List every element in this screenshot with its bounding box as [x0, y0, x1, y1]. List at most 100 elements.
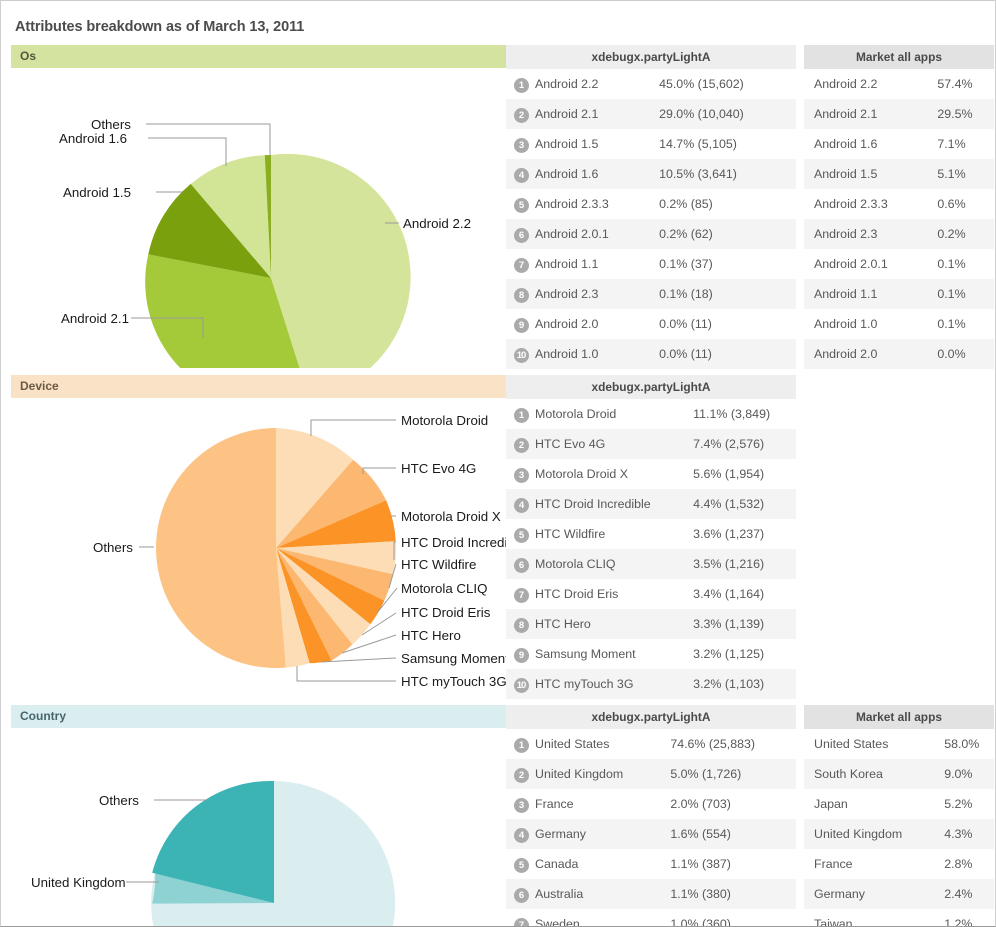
table-row[interactable]: Android 1.1 0.1% — [804, 279, 994, 309]
rank-cell: 1 — [506, 729, 532, 759]
table-row[interactable]: Android 2.0.1 0.1% — [804, 249, 994, 279]
name-cell: HTC Evo 4G — [535, 437, 606, 451]
table-row[interactable]: 5 HTC Wildfire 3.6% (1,237) — [506, 519, 796, 549]
column-header-main: xdebugx.partyLightA — [506, 45, 796, 69]
rank-badge: 4 — [514, 498, 529, 513]
table-row[interactable]: 2 United Kingdom 5.0% (1,726) — [506, 759, 796, 789]
name-cell: HTC Hero — [535, 617, 591, 631]
table-row[interactable]: Android 1.0 0.1% — [804, 309, 994, 339]
table-row[interactable]: 4 HTC Droid Incredible 4.4% (1,532) — [506, 489, 796, 519]
name-cell: Android 2.2 — [814, 77, 878, 91]
rank-cell: 2 — [506, 429, 532, 459]
value-cell: 3.2% (1,125) — [693, 647, 765, 661]
value-cell: 3.6% (1,237) — [693, 527, 765, 541]
table-row[interactable]: 6 Android 2.0.1 0.2% (62) — [506, 219, 796, 249]
rank-badge: 5 — [514, 858, 529, 873]
table-row[interactable]: 1 United States 74.6% (25,883) — [506, 729, 796, 759]
rank-cell: 4 — [506, 489, 532, 519]
table-row[interactable]: 6 Australia 1.1% (380) — [506, 879, 796, 909]
table-row[interactable]: 10 HTC myTouch 3G 3.2% (1,103) — [506, 669, 796, 699]
pie-label-samsung-moment: Samsung Moment — [401, 651, 509, 666]
table-row[interactable]: Android 2.0 0.0% — [804, 339, 994, 369]
rank-cell: 6 — [506, 879, 532, 909]
tables-country: xdebugx.partyLightA 1 United States 74.6% … — [506, 705, 994, 926]
table-row[interactable]: Taiwan 1.2% — [804, 909, 994, 926]
section-header-os: Os — [11, 45, 511, 68]
table-row[interactable]: Japan 5.2% — [804, 789, 994, 819]
table-row[interactable]: 4 Android 1.6 10.5% (3,641) — [506, 159, 796, 189]
table-row[interactable]: 8 Android 2.3 0.1% (18) — [506, 279, 796, 309]
name-cell: Android 2.3 — [535, 287, 599, 301]
table-row[interactable]: United States 58.0% — [804, 729, 994, 759]
rank-cell: 3 — [506, 789, 532, 819]
section-header-device: Device — [11, 375, 511, 398]
table-row[interactable]: Android 1.6 7.1% — [804, 129, 994, 159]
value-cell: 4.4% (1,532) — [693, 497, 765, 511]
rank-badge: 1 — [514, 78, 529, 93]
table-row[interactable]: 7 HTC Droid Eris 3.4% (1,164) — [506, 579, 796, 609]
name-cell: Android 1.0 — [535, 347, 599, 361]
table-row[interactable]: Android 2.1 29.5% — [804, 99, 994, 129]
rank-cell: 4 — [506, 819, 532, 849]
table-row[interactable]: 1 Motorola Droid 11.1% (3,849) — [506, 399, 796, 429]
name-cell: United Kingdom — [535, 767, 624, 781]
value-cell: 7.1% — [937, 137, 966, 151]
tables-device: xdebugx.partyLightA 1 Motorola Droid 11.1%… — [506, 375, 796, 699]
column-header-market: Market all apps — [804, 45, 994, 69]
rank-cell: 7 — [506, 579, 532, 609]
rank-cell: 2 — [506, 759, 532, 789]
pie-chart-os: Others Android 1.6 Android 1.5 Android 2… — [11, 68, 511, 405]
table-row[interactable]: Android 2.3.3 0.6% — [804, 189, 994, 219]
rank-badge: 5 — [514, 528, 529, 543]
table-row[interactable]: 7 Sweden 1.0% (360) — [506, 909, 796, 926]
table-row[interactable]: 3 France 2.0% (703) — [506, 789, 796, 819]
rank-cell: 6 — [506, 219, 532, 249]
table-row[interactable]: 5 Android 2.3.3 0.2% (85) — [506, 189, 796, 219]
name-cell: Germany — [535, 827, 586, 841]
name-cell: HTC Wildfire — [535, 527, 606, 541]
top-divider — [1, 0, 995, 5]
value-cell: 1.1% (380) — [670, 887, 731, 901]
table-row[interactable]: 2 Android 2.1 29.0% (10,040) — [506, 99, 796, 129]
table-row[interactable]: Android 2.3 0.2% — [804, 219, 994, 249]
value-cell: 58.0% — [944, 737, 980, 751]
table-row[interactable]: 2 HTC Evo 4G 7.4% (2,576) — [506, 429, 796, 459]
value-cell: 0.0% — [937, 347, 966, 361]
name-cell: Android 2.3.3 — [535, 197, 609, 211]
rank-cell: 10 — [506, 669, 532, 699]
table-row[interactable]: Germany 2.4% — [804, 879, 994, 909]
table-row[interactable]: 9 Android 2.0 0.0% (11) — [506, 309, 796, 339]
table-row[interactable]: 9 Samsung Moment 3.2% (1,125) — [506, 639, 796, 669]
table-row[interactable]: Android 1.5 5.1% — [804, 159, 994, 189]
rank-badge: 6 — [514, 888, 529, 903]
table-row[interactable]: 10 Android 1.0 0.0% (11) — [506, 339, 796, 369]
pie-label-android-2-1: Android 2.1 — [61, 311, 129, 326]
value-cell: 10.5% (3,641) — [659, 167, 737, 181]
table-row[interactable]: 4 Germany 1.6% (554) — [506, 819, 796, 849]
value-cell: 57.4% — [937, 77, 973, 91]
table-row[interactable]: South Korea 9.0% — [804, 759, 994, 789]
table-row[interactable]: 1 Android 2.2 45.0% (15,602) — [506, 69, 796, 99]
section-header-country: Country — [11, 705, 511, 728]
table-row[interactable]: Android 2.2 57.4% — [804, 69, 994, 99]
rank-badge: 3 — [514, 138, 529, 153]
rank-cell: 5 — [506, 189, 532, 219]
name-cell: Canada — [535, 857, 579, 871]
pie-svg-country: Others United Kingdom — [31, 780, 396, 926]
table-row[interactable]: 3 Android 1.5 14.7% (5,105) — [506, 129, 796, 159]
table-row[interactable]: France 2.8% — [804, 849, 994, 879]
rank-cell: 7 — [506, 249, 532, 279]
table-row[interactable]: 7 Android 1.1 0.1% (37) — [506, 249, 796, 279]
name-cell: Motorola Droid X — [535, 467, 628, 481]
table-row[interactable]: United Kingdom 4.3% — [804, 819, 994, 849]
table-row[interactable]: 3 Motorola Droid X 5.6% (1,954) — [506, 459, 796, 489]
rank-badge: 4 — [514, 168, 529, 183]
table-row[interactable]: 8 HTC Hero 3.3% (1,139) — [506, 609, 796, 639]
name-cell: France — [535, 797, 574, 811]
rank-cell: 1 — [506, 69, 532, 99]
table-row[interactable]: 5 Canada 1.1% (387) — [506, 849, 796, 879]
rank-cell: 8 — [506, 279, 532, 309]
value-cell: 29.0% (10,040) — [659, 107, 744, 121]
table-row[interactable]: 6 Motorola CLIQ 3.5% (1,216) — [506, 549, 796, 579]
rank-badge: 6 — [514, 228, 529, 243]
